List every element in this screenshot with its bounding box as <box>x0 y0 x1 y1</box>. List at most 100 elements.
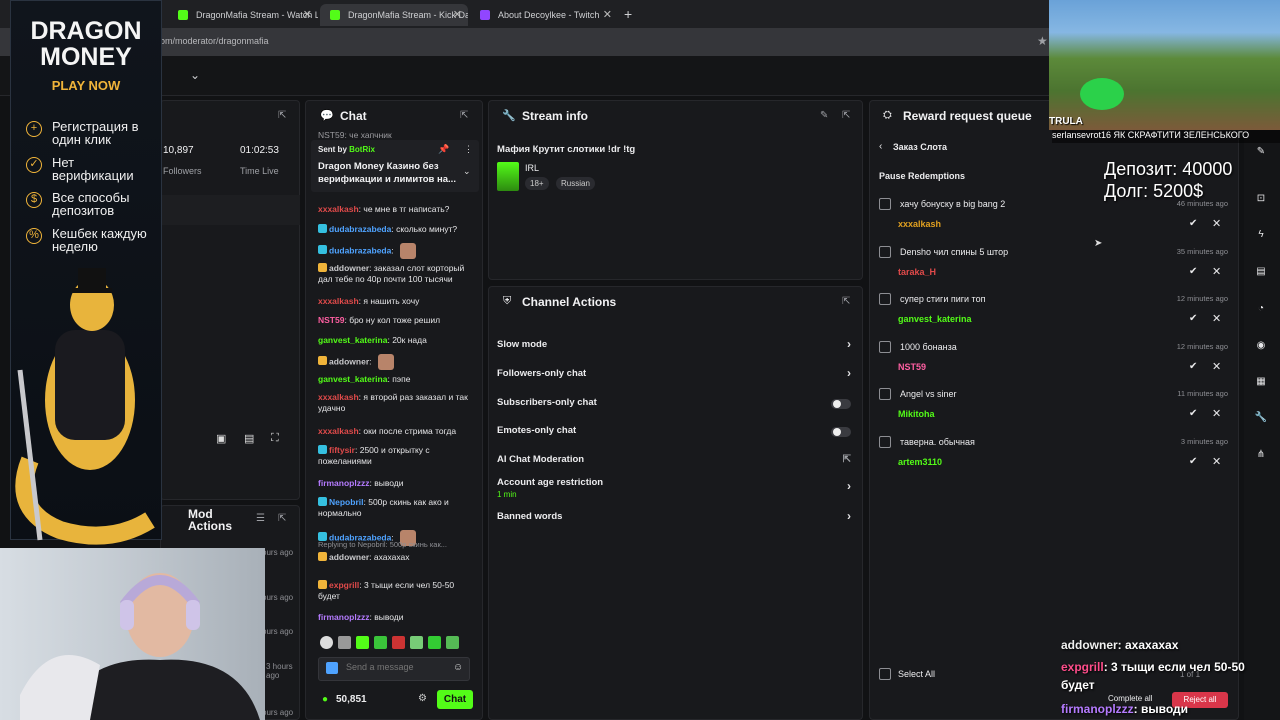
edit-icon[interactable]: ✎ <box>820 110 828 121</box>
channel-action-row[interactable]: Banned words › <box>497 509 857 523</box>
chat-username[interactable]: xxxalkash <box>318 204 359 214</box>
chevron-right-icon[interactable]: › <box>847 509 851 523</box>
channel-action-row[interactable]: Slow mode › <box>497 337 857 351</box>
new-tab-icon[interactable]: + <box>624 6 632 22</box>
request-username[interactable]: xxxalkash <box>898 219 941 229</box>
browser-tab-active[interactable]: DragonMafia Stream - Kick Da ✕ <box>320 4 468 26</box>
emote-icon[interactable] <box>356 636 369 649</box>
reject-x-icon[interactable]: ✕ <box>1212 217 1221 230</box>
approve-check-icon[interactable]: ✔ <box>1189 456 1197 467</box>
approve-check-icon[interactable]: ✔ <box>1189 408 1197 419</box>
emote-icon[interactable] <box>410 636 423 649</box>
chat-input[interactable] <box>346 662 446 672</box>
chevron-down-icon[interactable]: ⌄ <box>463 166 471 177</box>
external-link-icon[interactable]: ⇱ <box>843 454 851 465</box>
channel-action-row[interactable]: Account age restriction 1 min › <box>497 477 857 499</box>
chevron-right-icon[interactable]: › <box>847 366 851 380</box>
reject-x-icon[interactable]: ✕ <box>1212 455 1221 468</box>
reject-x-icon[interactable]: ✕ <box>1212 312 1221 325</box>
back-chevron-icon[interactable]: ‹ <box>879 141 882 152</box>
channel-action-row[interactable]: Followers-only chat › <box>497 366 857 380</box>
chevron-right-icon[interactable]: › <box>847 337 851 351</box>
camera-icon[interactable]: ⊡ <box>1254 193 1268 207</box>
layout-icon[interactable]: ▣ <box>216 432 226 445</box>
request-checkbox[interactable] <box>879 388 891 400</box>
close-tab-icon[interactable]: ✕ <box>303 8 312 21</box>
request-checkbox[interactable] <box>879 198 891 210</box>
clipboard-icon[interactable]: ▤ <box>1254 266 1268 280</box>
channel-action-row[interactable]: Emotes-only chat <box>497 425 857 437</box>
close-tab-icon[interactable]: ✕ <box>603 8 612 21</box>
chat-username[interactable]: dudabrazabeda <box>329 245 391 255</box>
chat-username[interactable]: addowner <box>329 263 369 273</box>
emote-icon[interactable] <box>320 636 333 649</box>
browser-tab[interactable]: DragonMafia Stream - Watch Li ✕ <box>168 4 318 26</box>
filter-icon[interactable]: ☰ <box>256 513 265 524</box>
more-options-icon[interactable]: ⋮ <box>464 144 473 155</box>
reward-name[interactable]: Заказ Слота <box>893 142 947 152</box>
broadcast-icon[interactable]: ◉ <box>1254 340 1268 354</box>
emoji-icon[interactable]: ☺ <box>453 662 463 673</box>
chat-username[interactable]: xxxalkash <box>318 392 359 402</box>
chat-username[interactable]: NST59 <box>318 315 344 325</box>
toggle-switch[interactable] <box>831 399 851 409</box>
request-username[interactable]: NST59 <box>898 362 926 372</box>
chat-username[interactable]: fiftysir <box>329 445 355 455</box>
browser-tab[interactable]: About Decoylkee - Twitch ✕ <box>470 4 618 26</box>
emote-icon[interactable] <box>428 636 441 649</box>
chat-username[interactable]: ganvest_katerina <box>318 335 387 345</box>
pause-redemptions-button[interactable]: Pause Redemptions <box>879 171 965 181</box>
chat-username[interactable]: addowner <box>329 356 369 366</box>
emote-icon[interactable] <box>374 636 387 649</box>
emote-icon[interactable] <box>446 636 459 649</box>
ad-cta[interactable]: PLAY NOW <box>20 78 152 93</box>
toggle-switch[interactable] <box>831 427 851 437</box>
request-username[interactable]: artem3110 <box>898 457 942 467</box>
popout-icon[interactable]: ⇱ <box>842 110 850 121</box>
chat-username[interactable]: firmanoplzzz <box>318 478 369 488</box>
close-tab-icon[interactable]: ✕ <box>453 8 462 21</box>
popout-icon[interactable]: ⇱ <box>842 296 850 307</box>
reject-x-icon[interactable]: ✕ <box>1212 360 1221 373</box>
theater-icon[interactable]: ▤ <box>244 432 254 445</box>
request-checkbox[interactable] <box>879 246 891 258</box>
chat-username[interactable]: addowner <box>329 552 369 562</box>
chat-username[interactable]: dudabrazabeda <box>329 224 391 234</box>
chat-username[interactable]: ganvest_katerina <box>318 374 387 384</box>
chat-icon[interactable]: ◔ <box>1254 303 1268 317</box>
approve-check-icon[interactable]: ✔ <box>1189 218 1197 229</box>
wrench-icon[interactable]: 🔧 <box>1254 412 1268 426</box>
request-checkbox[interactable] <box>879 341 891 353</box>
pin-icon[interactable]: 📌 <box>438 144 449 155</box>
edit-icon[interactable]: ✎ <box>1254 146 1268 160</box>
popout-icon[interactable]: ⇱ <box>278 513 286 524</box>
bookmark-star-icon[interactable]: ★ <box>1037 34 1048 48</box>
approve-check-icon[interactable]: ✔ <box>1189 361 1197 372</box>
select-all-checkbox[interactable] <box>879 668 891 680</box>
approve-check-icon[interactable]: ✔ <box>1189 266 1197 277</box>
popout-icon[interactable]: ⇱ <box>460 110 468 121</box>
layout-icon[interactable]: ▦ <box>1254 376 1268 390</box>
request-checkbox[interactable] <box>879 436 891 448</box>
chat-username[interactable]: Nepobril <box>329 497 363 507</box>
share-icon[interactable]: ⋔ <box>1254 449 1268 463</box>
send-chat-button[interactable]: Chat <box>437 690 473 709</box>
reject-x-icon[interactable]: ✕ <box>1212 407 1221 420</box>
chat-username[interactable]: xxxalkash <box>318 426 359 436</box>
chat-username[interactable]: firmanoplzzz <box>318 612 369 622</box>
chevron-down-icon[interactable]: ⌄ <box>190 68 200 82</box>
emote-icon[interactable] <box>392 636 405 649</box>
request-username[interactable]: Mikitoha <box>898 409 935 419</box>
gear-icon[interactable]: ⚙ <box>418 693 427 704</box>
request-checkbox[interactable] <box>879 293 891 305</box>
channel-action-row[interactable]: AI Chat Moderation ⇱ <box>497 454 857 465</box>
reject-x-icon[interactable]: ✕ <box>1212 265 1221 278</box>
fullscreen-icon[interactable]: ⛶ <box>271 432 279 445</box>
url-text[interactable]: om/moderator/dragonmafia <box>160 36 269 46</box>
chat-username[interactable]: expgrill <box>329 580 359 590</box>
channel-action-row[interactable]: Subscribers-only chat <box>497 397 857 409</box>
approve-check-icon[interactable]: ✔ <box>1189 313 1197 324</box>
emote-icon[interactable] <box>338 636 351 649</box>
chevron-right-icon[interactable]: › <box>847 479 851 493</box>
chat-username[interactable]: xxxalkash <box>318 296 359 306</box>
